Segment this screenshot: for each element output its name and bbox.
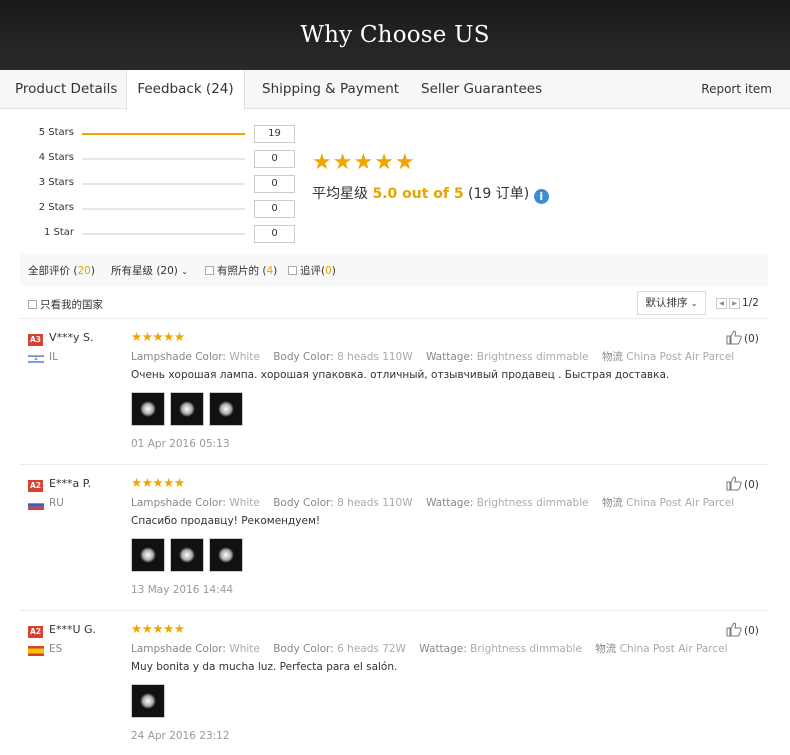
rating-row-4[interactable]: 4 Stars 0 bbox=[38, 149, 298, 169]
flag-ru-icon bbox=[28, 500, 44, 510]
review-photo[interactable] bbox=[209, 392, 243, 426]
sort-bar: 只看我的国家 默认排序 ⌄ ◀ ▶ 1/2 bbox=[20, 291, 768, 319]
tab-feedback[interactable]: Feedback (24) bbox=[126, 70, 245, 110]
rating-row-1[interactable]: 1 Star 0 bbox=[38, 224, 298, 244]
review-photo[interactable] bbox=[209, 538, 243, 572]
review-photos bbox=[131, 684, 165, 718]
review-photos bbox=[131, 538, 243, 572]
chevron-down-icon: ⌄ bbox=[181, 267, 188, 276]
prev-page-icon[interactable]: ◀ bbox=[716, 297, 727, 309]
rating-bar bbox=[82, 183, 245, 185]
helpful-button[interactable]: (0) bbox=[726, 476, 759, 491]
review-date: 13 May 2016 14:44 bbox=[131, 584, 234, 596]
rating-count: 19 bbox=[254, 125, 295, 143]
helpful-button[interactable]: (0) bbox=[726, 622, 759, 637]
filter-my-country[interactable]: 只看我的国家 bbox=[28, 297, 103, 312]
star-icon: ★ bbox=[394, 150, 415, 175]
rating-row-5[interactable]: 5 Stars 19 bbox=[38, 124, 298, 144]
review-stars: ★★★★★ bbox=[131, 621, 185, 636]
page-indicator: 1/2 bbox=[742, 297, 759, 309]
review-photo[interactable] bbox=[131, 538, 165, 572]
review-item: A3 V***y S. IL ★★★★★ Lampshade Color: Wh… bbox=[20, 319, 768, 465]
checkbox[interactable] bbox=[288, 266, 297, 275]
rating-bar bbox=[82, 233, 245, 235]
review-photos bbox=[131, 392, 243, 426]
rating-bar bbox=[82, 208, 245, 210]
checkbox[interactable] bbox=[205, 266, 214, 275]
rating-count: 0 bbox=[254, 200, 295, 218]
reviewer-country: RU bbox=[49, 497, 64, 509]
buyer-level-badge: A2 bbox=[28, 480, 43, 492]
rating-row-2[interactable]: 2 Stars 0 bbox=[38, 199, 298, 219]
review-date: 24 Apr 2016 23:12 bbox=[131, 730, 230, 742]
review-photo[interactable] bbox=[131, 392, 165, 426]
buyer-level-badge: A3 bbox=[28, 334, 43, 346]
review-stars: ★★★★★ bbox=[131, 475, 185, 490]
reviewer-name: E***a P. bbox=[49, 477, 92, 490]
star-icon: ★ bbox=[312, 150, 332, 175]
thumbs-up-icon bbox=[726, 476, 742, 491]
review-item: A2 E***U G. ES ★★★★★ Lampshade Color: Wh… bbox=[20, 611, 768, 755]
star-icon: ★ bbox=[332, 150, 353, 175]
helpful-button[interactable]: (0) bbox=[726, 330, 759, 345]
review-text: Muy bonita y da mucha luz. Perfecta para… bbox=[131, 661, 398, 673]
order-count: (19 订单) bbox=[463, 186, 530, 202]
chevron-down-icon: ⌄ bbox=[690, 299, 698, 308]
rating-count: 0 bbox=[254, 150, 295, 168]
average-score: 5.0 out of 5 bbox=[372, 186, 464, 202]
flag-il-icon bbox=[28, 354, 44, 364]
rating-row-label: 3 Stars bbox=[38, 177, 74, 188]
sort-dropdown[interactable]: 默认排序 ⌄ bbox=[637, 291, 706, 315]
product-attributes: Lampshade Color: White Body Color: 8 hea… bbox=[131, 497, 735, 509]
rating-bar bbox=[82, 158, 245, 160]
rating-row-3[interactable]: 3 Stars 0 bbox=[38, 174, 298, 194]
review-date: 01 Apr 2016 05:13 bbox=[131, 438, 230, 450]
rating-count: 0 bbox=[254, 175, 295, 193]
average-rating: 平均星级 5.0 out of 5 (19 订单) i bbox=[312, 183, 549, 204]
pagination: ◀ ▶ 1/2 bbox=[716, 297, 759, 309]
banner-title: Why Choose US bbox=[300, 22, 490, 48]
review-text: Спасибо продавцу! Рекомендуем! bbox=[131, 515, 321, 527]
reviewer-country: ES bbox=[49, 643, 63, 655]
star-icon: ★ bbox=[353, 150, 374, 175]
star-filter-dropdown[interactable]: 所有星级 (20) ⌄ bbox=[111, 263, 188, 278]
checkbox[interactable] bbox=[28, 300, 37, 309]
filter-all[interactable]: 全部评价 (20) bbox=[28, 263, 95, 278]
rating-row-label: 5 Stars bbox=[38, 127, 74, 138]
tab-shipping-payment[interactable]: Shipping & Payment bbox=[262, 70, 399, 109]
reviewer-country: IL bbox=[49, 351, 58, 363]
product-attributes: Lampshade Color: White Body Color: 8 hea… bbox=[131, 351, 735, 363]
rating-row-label: 1 Star bbox=[43, 227, 74, 238]
review-photo[interactable] bbox=[170, 538, 204, 572]
reviewer-name: E***U G. bbox=[49, 623, 97, 636]
tab-bar: Product Details Feedback (24) Shipping &… bbox=[0, 70, 790, 110]
average-stars: ★ ★ ★ ★ ★ bbox=[312, 152, 415, 174]
rating-row-label: 4 Stars bbox=[38, 152, 74, 163]
reviewer-name: V***y S. bbox=[49, 331, 94, 344]
review-photo[interactable] bbox=[131, 684, 165, 718]
info-icon[interactable]: i bbox=[533, 189, 549, 204]
report-item-link[interactable]: Report item bbox=[701, 70, 772, 109]
rating-bar bbox=[82, 133, 245, 135]
average-label: 平均星级 bbox=[312, 186, 373, 202]
review-text: Очень хорошая лампа. хорошая упаковка. о… bbox=[131, 369, 670, 381]
review-item: A2 E***a P. RU ★★★★★ Lampshade Color: Wh… bbox=[20, 465, 768, 611]
buyer-level-badge: A2 bbox=[28, 626, 43, 638]
flag-es-icon bbox=[28, 646, 44, 656]
star-icon: ★ bbox=[374, 150, 394, 175]
filter-bar: 全部评价 (20) 所有星级 (20) ⌄ 有照片的 (4) 追评(0) bbox=[20, 254, 768, 286]
thumbs-up-icon bbox=[726, 622, 742, 637]
product-attributes: Lampshade Color: White Body Color: 6 hea… bbox=[131, 643, 728, 655]
tab-seller-guarantees[interactable]: Seller Guarantees bbox=[421, 70, 542, 109]
banner: Why Choose US bbox=[0, 0, 790, 70]
filter-with-photos[interactable]: 有照片的 (4) bbox=[205, 263, 277, 278]
rating-row-label: 2 Stars bbox=[38, 202, 74, 213]
review-stars: ★★★★★ bbox=[131, 329, 185, 344]
review-photo[interactable] bbox=[170, 392, 204, 426]
filter-followup[interactable]: 追评(0) bbox=[288, 263, 336, 278]
rating-count: 0 bbox=[254, 225, 295, 243]
next-page-icon[interactable]: ▶ bbox=[729, 297, 740, 309]
thumbs-up-icon bbox=[726, 330, 742, 345]
tab-product-details[interactable]: Product Details bbox=[15, 70, 117, 109]
